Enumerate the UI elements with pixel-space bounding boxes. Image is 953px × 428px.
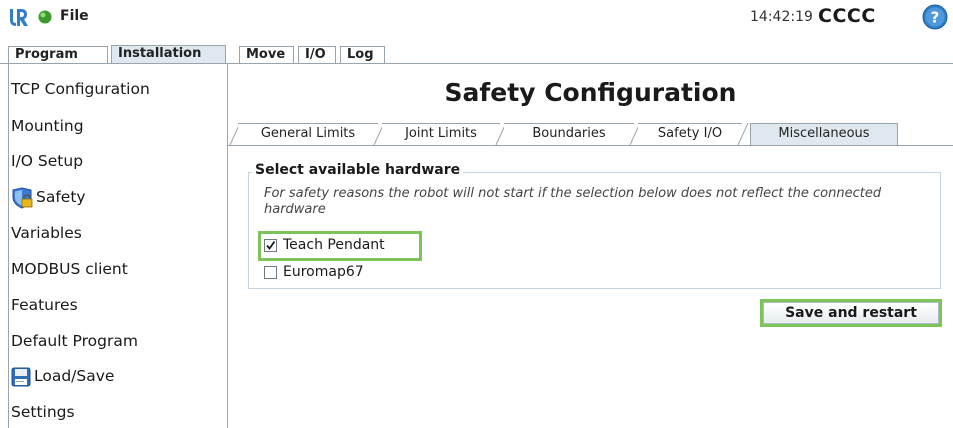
robot-name: CCCC [818,5,876,27]
tab-io[interactable]: I/O [298,46,336,64]
safety-shield-lock-icon [12,186,33,209]
sidebar-item-label: TCP Configuration [11,80,150,98]
sidebar-item-load-save[interactable]: Load/Save [9,363,227,389]
sidebar-item-label: Features [11,296,78,314]
floppy-disk-icon [11,367,31,386]
sidebar-item-variables[interactable]: Variables [9,220,227,246]
sidebar-item-modbus-client[interactable]: MODBUS client [9,256,227,282]
main-tab-bar: Program Installation Move I/O Log [0,34,953,64]
sidebar-item-label: Safety [36,188,86,206]
save-and-restart-highlight: Save and restart [760,299,942,327]
hardware-note: For safety reasons the robot will not st… [264,186,882,217]
tab-boundaries[interactable]: Boundaries [504,123,634,145]
sidebar-item-label: Mounting [11,117,84,135]
main-panel: Safety Configuration General Limits Join… [228,64,953,428]
tab-divider [228,145,953,146]
checkmark-icon [266,240,276,250]
tab-safety-io[interactable]: Safety I/O [638,123,742,145]
sidebar-item-label: MODBUS client [11,260,128,278]
checkbox-box[interactable] [264,266,277,279]
sidebar-item-label: I/O Setup [11,152,84,170]
sidebar-item-mounting[interactable]: Mounting [9,113,227,139]
top-bar: File 14:42:19 CCCC ? [0,0,953,34]
status-dot-icon [38,10,52,24]
sidebar-item-label: Settings [11,403,75,421]
sidebar-item-label: Variables [11,224,82,242]
tab-program[interactable]: Program [8,46,108,64]
checkbox-label: Teach Pendant [283,237,385,253]
tab-general-limits[interactable]: General Limits [238,123,378,145]
clock: 14:42:19 [750,9,813,25]
sidebar-item-settings[interactable]: Settings [9,399,227,425]
help-icon[interactable]: ? [922,4,948,30]
tab-separator [737,123,749,145]
sidebar-item-io-setup[interactable]: I/O Setup [9,148,227,174]
svg-text:?: ? [931,9,940,27]
sidebar-item-safety[interactable]: Safety [9,184,227,210]
sidebar: TCP Configuration Mounting I/O Setup Saf… [8,64,228,428]
tab-miscellaneous[interactable]: Miscellaneous [750,123,898,145]
tab-move[interactable]: Move [239,46,294,64]
page-title: Safety Configuration [444,78,737,107]
tab-joint-limits[interactable]: Joint Limits [382,123,500,145]
ur-logo-icon [8,6,30,28]
sidebar-item-label: Default Program [11,332,138,350]
sidebar-item-default-program[interactable]: Default Program [9,328,227,354]
file-menu[interactable]: File [60,8,89,24]
tab-installation[interactable]: Installation [111,45,226,64]
sidebar-item-tcp-configuration[interactable]: TCP Configuration [9,76,227,102]
hardware-group-title: Select available hardware [252,162,464,178]
save-and-restart-button[interactable]: Save and restart [763,302,939,324]
checkbox-box[interactable] [264,239,277,252]
checkbox-label: Euromap67 [283,264,364,280]
tab-log[interactable]: Log [340,46,385,64]
sidebar-item-features[interactable]: Features [9,292,227,318]
sidebar-item-label: Load/Save [34,367,115,385]
